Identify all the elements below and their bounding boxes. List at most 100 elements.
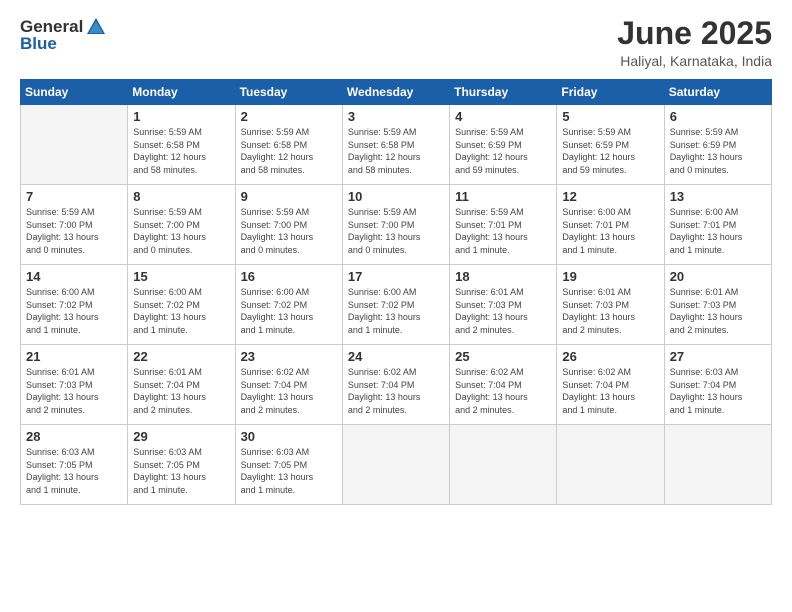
day-number: 26 (562, 349, 658, 364)
calendar-day-cell: 21Sunrise: 6:01 AM Sunset: 7:03 PM Dayli… (21, 345, 128, 425)
calendar-day-cell: 22 Sunrise: 6:01 AM Sunset: 7:04 PM Dayli… (128, 345, 235, 425)
day-info: Sunrise: 6:02 AM Sunset: 7:04 PM Dayligh… (455, 366, 551, 416)
day-number: 17 (348, 269, 444, 284)
calendar-day-cell: 15 Sunrise: 6:00 AM Sunset: 7:02 PM Dayli… (128, 265, 235, 345)
day-number: 25 (455, 349, 551, 364)
day-number: 20 (670, 269, 766, 284)
day-info: Sunrise: 6:00 AM Sunset: 7:02 PM Dayligh… (348, 286, 444, 336)
calendar-week-row: 14 Sunrise: 6:00 AM Sunset: 7:02 PM Dayli… (21, 265, 772, 345)
day-info: Sunrise: 6:03 AM Sunset: 7:05 PM Dayligh… (26, 446, 122, 496)
calendar-day-cell: 17 Sunrise: 6:00 AM Sunset: 7:02 PM Dayli… (342, 265, 449, 345)
header-tuesday: Tuesday (235, 80, 342, 105)
day-number: 27 (670, 349, 766, 364)
day-number: 23 (241, 349, 337, 364)
day-number: 24 (348, 349, 444, 364)
header-sunday: Sunday (21, 80, 128, 105)
day-info: Sunrise: 6:01 AM Sunset: 7:03 PM Dayligh… (670, 286, 766, 336)
calendar-day-cell: 9Sunrise: 5:59 AM Sunset: 7:00 PM Daylig… (235, 185, 342, 265)
calendar-day-cell: 1 Sunrise: 5:59 AM Sunset: 6:58 PM Daylig… (128, 105, 235, 185)
day-info: Sunrise: 6:01 AM Sunset: 7:03 PM Dayligh… (455, 286, 551, 336)
day-info: Sunrise: 6:03 AM Sunset: 7:04 PM Dayligh… (670, 366, 766, 416)
day-number: 12 (562, 189, 658, 204)
logo-icon (85, 16, 107, 38)
calendar-day-cell (450, 425, 557, 505)
calendar-week-row: 7 Sunrise: 5:59 AM Sunset: 7:00 PM Daylig… (21, 185, 772, 265)
day-info: Sunrise: 5:59 AM Sunset: 7:00 PM Dayligh… (133, 206, 229, 256)
day-number: 18 (455, 269, 551, 284)
calendar-table: Sunday Monday Tuesday Wednesday Thursday… (20, 79, 772, 505)
day-info: Sunrise: 6:02 AM Sunset: 7:04 PM Dayligh… (562, 366, 658, 416)
header-friday: Friday (557, 80, 664, 105)
day-number: 7 (26, 189, 122, 204)
day-info: Sunrise: 5:59 AM Sunset: 7:00 PM Dayligh… (241, 206, 337, 256)
header-thursday: Thursday (450, 80, 557, 105)
calendar-day-cell: 25 Sunrise: 6:02 AM Sunset: 7:04 PM Dayli… (450, 345, 557, 425)
day-number: 3 (348, 109, 444, 124)
day-info: Sunrise: 6:00 AM Sunset: 7:02 PM Dayligh… (133, 286, 229, 336)
day-number: 19 (562, 269, 658, 284)
calendar-day-cell: 11 Sunrise: 5:59 AM Sunset: 7:01 PM Dayli… (450, 185, 557, 265)
calendar-day-cell: 5 Sunrise: 5:59 AM Sunset: 6:59 PM Daylig… (557, 105, 664, 185)
day-info: Sunrise: 5:59 AM Sunset: 6:59 PM Dayligh… (670, 126, 766, 176)
calendar-page: General Blue June 2025 Haliyal, Karnatak… (0, 0, 792, 612)
calendar-day-cell: 7Sunrise: 5:59 AM Sunset: 7:00 PM Daylig… (21, 185, 128, 265)
calendar-day-cell: 28 Sunrise: 6:03 AM Sunset: 7:05 PM Dayli… (21, 425, 128, 505)
day-number: 13 (670, 189, 766, 204)
calendar-day-cell: 26 Sunrise: 6:02 AM Sunset: 7:04 PM Dayli… (557, 345, 664, 425)
day-number: 2 (241, 109, 337, 124)
day-number: 30 (241, 429, 337, 444)
day-number: 6 (670, 109, 766, 124)
day-number: 15 (133, 269, 229, 284)
day-number: 22 (133, 349, 229, 364)
day-info: Sunrise: 6:01 AM Sunset: 7:03 PM Dayligh… (562, 286, 658, 336)
calendar-day-cell: 30Sunrise: 6:03 AM Sunset: 7:05 PM Dayli… (235, 425, 342, 505)
calendar-week-row: 28 Sunrise: 6:03 AM Sunset: 7:05 PM Dayli… (21, 425, 772, 505)
calendar-day-cell: 27 Sunrise: 6:03 AM Sunset: 7:04 PM Dayli… (664, 345, 771, 425)
day-info: Sunrise: 5:59 AM Sunset: 6:58 PM Dayligh… (348, 126, 444, 176)
month-title: June 2025 (617, 16, 772, 51)
calendar-day-cell: 29Sunrise: 6:03 AM Sunset: 7:05 PM Dayli… (128, 425, 235, 505)
day-number: 10 (348, 189, 444, 204)
calendar-day-cell: 8 Sunrise: 5:59 AM Sunset: 7:00 PM Daylig… (128, 185, 235, 265)
day-info: Sunrise: 6:00 AM Sunset: 7:01 PM Dayligh… (670, 206, 766, 256)
day-number: 5 (562, 109, 658, 124)
day-number: 1 (133, 109, 229, 124)
day-info: Sunrise: 5:59 AM Sunset: 6:59 PM Dayligh… (562, 126, 658, 176)
calendar-day-cell: 24 Sunrise: 6:02 AM Sunset: 7:04 PM Dayli… (342, 345, 449, 425)
day-info: Sunrise: 5:59 AM Sunset: 6:59 PM Dayligh… (455, 126, 551, 176)
day-info: Sunrise: 6:00 AM Sunset: 7:02 PM Dayligh… (26, 286, 122, 336)
day-info: Sunrise: 6:00 AM Sunset: 7:01 PM Dayligh… (562, 206, 658, 256)
logo: General Blue (20, 16, 107, 54)
day-number: 8 (133, 189, 229, 204)
calendar-day-cell: 6 Sunrise: 5:59 AM Sunset: 6:59 PM Daylig… (664, 105, 771, 185)
calendar-week-row: 21Sunrise: 6:01 AM Sunset: 7:03 PM Dayli… (21, 345, 772, 425)
day-number: 14 (26, 269, 122, 284)
day-number: 4 (455, 109, 551, 124)
header-saturday: Saturday (664, 80, 771, 105)
calendar-day-cell (664, 425, 771, 505)
calendar-day-cell: 10 Sunrise: 5:59 AM Sunset: 7:00 PM Dayli… (342, 185, 449, 265)
day-info: Sunrise: 6:02 AM Sunset: 7:04 PM Dayligh… (348, 366, 444, 416)
day-info: Sunrise: 5:59 AM Sunset: 6:58 PM Dayligh… (133, 126, 229, 176)
calendar-day-cell: 12 Sunrise: 6:00 AM Sunset: 7:01 PM Dayli… (557, 185, 664, 265)
day-number: 29 (133, 429, 229, 444)
calendar-day-cell: 20 Sunrise: 6:01 AM Sunset: 7:03 PM Dayli… (664, 265, 771, 345)
day-number: 28 (26, 429, 122, 444)
calendar-day-cell (557, 425, 664, 505)
calendar-day-cell: 19 Sunrise: 6:01 AM Sunset: 7:03 PM Dayli… (557, 265, 664, 345)
day-number: 11 (455, 189, 551, 204)
day-info: Sunrise: 5:59 AM Sunset: 7:01 PM Dayligh… (455, 206, 551, 256)
day-info: Sunrise: 6:01 AM Sunset: 7:04 PM Dayligh… (133, 366, 229, 416)
calendar-day-cell (21, 105, 128, 185)
day-info: Sunrise: 6:00 AM Sunset: 7:02 PM Dayligh… (241, 286, 337, 336)
title-block: June 2025 Haliyal, Karnataka, India (617, 16, 772, 69)
header-wednesday: Wednesday (342, 80, 449, 105)
calendar-day-cell: 18 Sunrise: 6:01 AM Sunset: 7:03 PM Dayli… (450, 265, 557, 345)
calendar-week-row: 1 Sunrise: 5:59 AM Sunset: 6:58 PM Daylig… (21, 105, 772, 185)
logo-blue: Blue (20, 34, 57, 54)
weekday-header-row: Sunday Monday Tuesday Wednesday Thursday… (21, 80, 772, 105)
day-info: Sunrise: 5:59 AM Sunset: 7:00 PM Dayligh… (348, 206, 444, 256)
calendar-day-cell (342, 425, 449, 505)
calendar-day-cell: 13 Sunrise: 6:00 AM Sunset: 7:01 PM Dayli… (664, 185, 771, 265)
header-monday: Monday (128, 80, 235, 105)
